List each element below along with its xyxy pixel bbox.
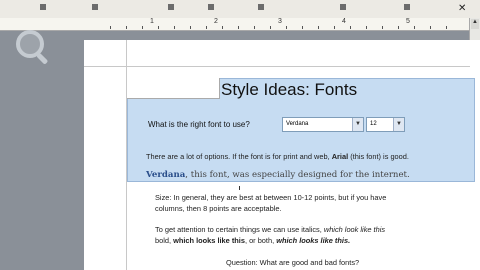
ruler-number: 1	[150, 18, 154, 25]
font-question: What is the right font to use?	[148, 120, 250, 129]
scroll-up-icon[interactable]: ▲	[471, 19, 479, 29]
attention-text-line: bold, which looks like this, or both, wh…	[155, 236, 351, 245]
toolbar-icon[interactable]	[40, 4, 46, 10]
ruler-number: 3	[278, 18, 282, 25]
dropdown-arrow-icon[interactable]: ▼	[352, 118, 363, 131]
options-text: There are a lot of options. If the font …	[146, 152, 409, 161]
ruler-number: 4	[342, 18, 346, 25]
toolbar-icon[interactable]	[404, 4, 410, 10]
page-title: Style Ideas: Fonts	[221, 80, 358, 99]
font-select[interactable]: Verdana ▼	[282, 117, 364, 132]
toolbar-icon[interactable]	[340, 4, 346, 10]
ruler-number: 5	[406, 18, 410, 25]
horizontal-ruler[interactable]: 1 2 3 4 5	[0, 18, 480, 31]
toolbar: ✕	[0, 0, 480, 19]
margin-guide	[84, 66, 470, 67]
size-select[interactable]: 12 ▼	[366, 117, 405, 132]
text-cursor	[239, 186, 243, 190]
size-select-value: 12	[370, 121, 377, 127]
window-controls: ✕	[452, 0, 480, 18]
toolbar-icon[interactable]	[168, 4, 174, 10]
size-text-line: columns, then 8 points are acceptable.	[155, 204, 282, 213]
bottom-question: Question: What are good and bad fonts?	[226, 258, 360, 267]
verdana-text: Verdana, this font, was especially desig…	[146, 170, 410, 180]
magnifier-icon[interactable]	[14, 28, 49, 65]
title-cell	[127, 78, 220, 99]
window-close-icon[interactable]: ✕	[458, 3, 466, 14]
font-select-value: Verdana	[286, 121, 309, 127]
ruler-number: 2	[214, 18, 218, 25]
attention-text-line: To get attention to certain things we ca…	[155, 225, 386, 234]
toolbar-icon[interactable]	[258, 4, 264, 10]
size-text-line: Size: In general, they are best at betwe…	[155, 193, 387, 202]
toolbar-icon[interactable]	[92, 4, 98, 10]
toolbar-icon[interactable]	[208, 4, 214, 10]
arial-bold: Arial	[331, 152, 349, 161]
dropdown-arrow-icon[interactable]: ▼	[393, 118, 404, 131]
